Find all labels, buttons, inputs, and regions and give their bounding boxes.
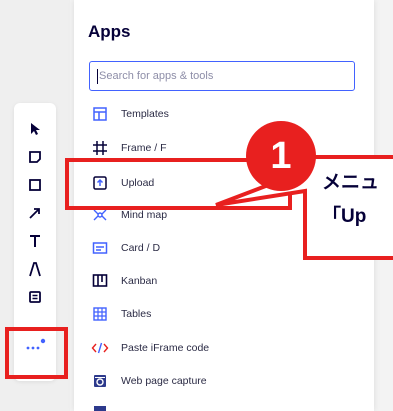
app-item-web-capture[interactable]: Web page capture xyxy=(90,369,360,393)
app-item-kanban[interactable]: Kanban xyxy=(90,269,360,293)
search-input[interactable]: Search for apps & tools xyxy=(89,61,355,91)
shape-tool-button[interactable] xyxy=(14,171,56,199)
sticky-note-tool-button[interactable] xyxy=(14,143,56,171)
connection-line-tool-button[interactable] xyxy=(14,199,56,227)
code-icon xyxy=(90,338,110,358)
app-item-label: Kanban xyxy=(121,275,158,287)
text-tool-button[interactable] xyxy=(14,227,56,255)
kanban-icon xyxy=(90,271,110,291)
app-item-label: Mind map xyxy=(121,209,168,221)
callout-text: メニュ 「Up xyxy=(322,166,379,234)
shape-icon xyxy=(28,178,42,192)
templates-icon xyxy=(90,104,110,124)
app-item-paste-iframe[interactable]: Paste iFrame code xyxy=(90,336,360,360)
web-capture-icon xyxy=(90,371,110,391)
callout-line-2: 「Up xyxy=(322,206,367,227)
comment-icon xyxy=(28,290,42,304)
select-tool-button[interactable] xyxy=(14,115,56,143)
tables-icon xyxy=(90,304,110,324)
pen-arrow-icon xyxy=(28,206,42,220)
text-icon xyxy=(28,234,42,248)
app-item-label: Frame / F xyxy=(121,142,167,154)
app-item-label: Card / D xyxy=(121,242,161,254)
app-item-label: Tables xyxy=(121,308,152,320)
pen-icon xyxy=(28,261,42,277)
app-item-frame[interactable]: Frame / F xyxy=(90,136,360,160)
app-item-tables[interactable]: Tables xyxy=(90,302,360,326)
search-placeholder: Search for apps & tools xyxy=(99,70,214,82)
app-item-label: Templates xyxy=(121,108,169,120)
comment-tool-button[interactable] xyxy=(14,283,56,311)
step-number: 1 xyxy=(270,134,292,177)
partial-item-icon xyxy=(90,402,110,411)
pen-tool-button[interactable] xyxy=(14,255,56,283)
app-item-card[interactable]: Card / D xyxy=(90,236,360,260)
app-item-label: Web page capture xyxy=(121,375,207,387)
app-item-partial xyxy=(90,400,360,411)
step-number-badge: 1 xyxy=(246,121,316,191)
more-tools-highlight xyxy=(5,327,68,379)
app-item-templates[interactable]: Templates xyxy=(90,102,360,126)
frame-icon xyxy=(90,138,110,158)
text-caret xyxy=(97,68,98,84)
app-item-label: Paste iFrame code xyxy=(121,342,210,354)
card-icon xyxy=(90,238,110,258)
callout-line-1: メニュ xyxy=(322,172,380,193)
select-icon xyxy=(29,122,41,136)
panel-title: Apps xyxy=(88,22,131,41)
sticky-note-icon xyxy=(28,150,42,164)
